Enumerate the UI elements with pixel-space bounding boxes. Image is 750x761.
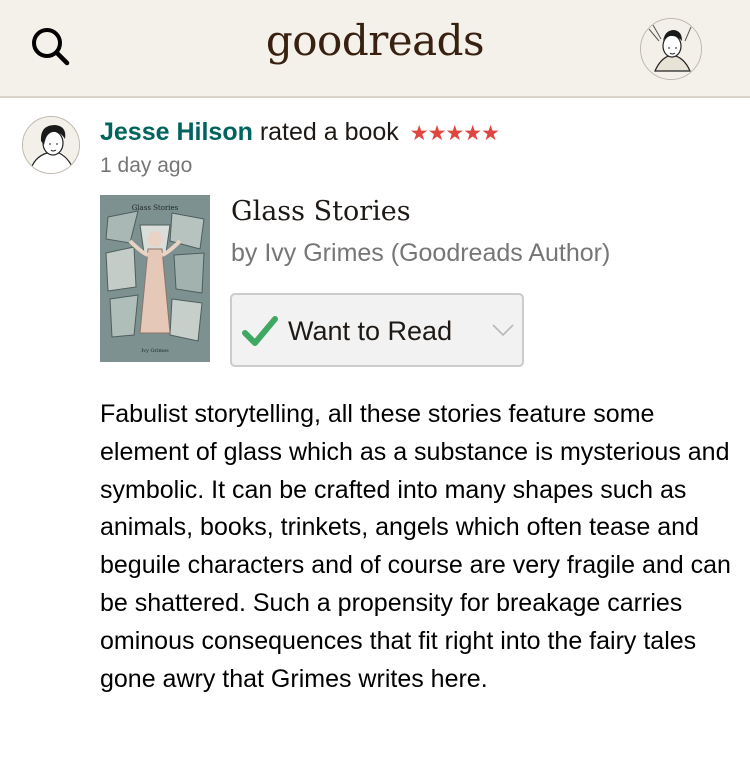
user-avatar[interactable] <box>22 116 80 174</box>
activity-headline: Jesse Hilson rated a book ★★★★★ <box>100 118 500 147</box>
want-to-read-label: Want to Read <box>288 316 453 346</box>
book-author[interactable]: by Ivy Grimes (Goodreads Author) <box>231 239 610 268</box>
checkmark-icon <box>242 316 278 346</box>
book-title[interactable]: Glass Stories <box>231 196 411 227</box>
review-text: Fabulist storytelling, all these stories… <box>100 400 731 693</box>
star-rating: ★★★★★ <box>409 122 500 145</box>
avatar[interactable] <box>640 18 702 80</box>
cover-author: Ivy Grimes <box>141 348 169 354</box>
goodreads-logo[interactable]: goodreads <box>0 16 750 65</box>
want-to-read-button[interactable]: Want to Read <box>230 293 524 367</box>
user-name-link[interactable]: Jesse Hilson <box>100 118 253 146</box>
cover-title: Glass Stories <box>131 204 179 212</box>
chevron-down-icon[interactable] <box>492 323 514 337</box>
book-cover[interactable]: Glass Stories Ivy Grimes <box>100 195 210 362</box>
top-bar: goodreads <box>0 0 750 98</box>
action-text: rated a book <box>259 118 399 146</box>
timestamp[interactable]: 1 day ago <box>100 154 192 178</box>
